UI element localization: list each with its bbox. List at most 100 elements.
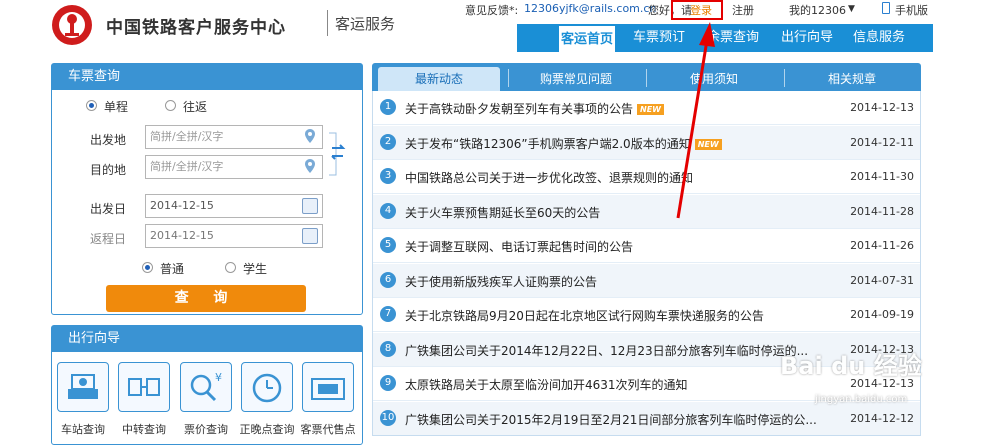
depart-date-input[interactable]: 2014-12-15 — [145, 194, 323, 218]
swap-stations-icon[interactable] — [328, 131, 346, 177]
news-row[interactable]: 6 关于使用新版残疾军人证购票的公告 2014-07-31 — [373, 263, 920, 298]
nav-info-service[interactable]: 信息服务 — [847, 24, 911, 52]
nav-travel-guide[interactable]: 出行向导 — [775, 24, 839, 52]
news-row[interactable]: 2 关于发布“铁路12306”手机购票客户端2.0版本的通知 NEW 2014-12-… — [373, 125, 920, 160]
chevron-down-icon[interactable]: ▼ — [848, 4, 855, 14]
nav-remaining-tickets[interactable]: 余票查询 — [701, 24, 765, 52]
news-title-text: 关于北京铁路局9月20日起在北京地区试行网购车票快递服务的公告 — [405, 309, 764, 323]
news-title-link[interactable]: 关于调整互联网、电话订票起售时间的公告 — [405, 238, 633, 255]
phone-icon — [882, 2, 890, 14]
return-label: 返程日 — [90, 232, 127, 246]
one-way-radio[interactable] — [86, 100, 97, 111]
login-highlight-box — [671, 0, 723, 20]
news-date: 2014-12-12 — [850, 411, 914, 425]
svg-text:¥: ¥ — [215, 371, 222, 384]
register-link[interactable]: 注册 — [732, 2, 754, 18]
news-title-link[interactable]: 广铁集团公司关于2014年12月22日、12月23日部分旅客列车临时停运的... — [405, 342, 808, 359]
query-button[interactable]: 查 询 — [106, 285, 306, 312]
fare-query-label[interactable]: 票价查询 — [171, 421, 241, 437]
news-row[interactable]: 7 关于北京铁路局9月20日起在北京地区试行网购车票快递服务的公告 2014-09-… — [373, 298, 920, 332]
news-title-link[interactable]: 关于高铁动卧夕发朝至列车有关事项的公告 NEW — [405, 100, 664, 117]
news-list: 1 关于高铁动卧夕发朝至列车有关事项的公告 NEW 2014-12-13 2 关于发布“铁… — [372, 91, 921, 436]
to-label: 目的地 — [90, 163, 127, 177]
news-title-text: 广铁集团公司关于2015年2月19日至2月21日间部分旅客列车临时停运的公... — [405, 412, 817, 427]
ticket-agency-icon[interactable] — [302, 362, 354, 412]
normal-ticket-radio[interactable] — [142, 262, 153, 273]
news-title-text: 广铁集团公司关于2014年12月22日、12月23日部分旅客列车临时停运的... — [405, 343, 809, 358]
news-date: 2014-11-26 — [850, 239, 914, 252]
travel-guide-title: 出行向导 — [52, 326, 362, 352]
tab-divider — [508, 69, 509, 87]
news-number-badge: 6 — [380, 271, 396, 288]
news-date: 2014-12-11 — [850, 135, 914, 149]
brand-name: 中国铁路客户服务中心 — [106, 18, 286, 38]
news-title-link[interactable]: 关于发布“铁路12306”手机购票客户端2.0版本的通知 NEW — [405, 135, 722, 152]
location-pin-icon[interactable] — [305, 129, 315, 143]
to-station-input[interactable]: 简拼/全拼/汉字 — [145, 155, 323, 179]
news-date: 2014-07-31 — [850, 273, 914, 287]
ticket-agency-label[interactable]: 客票代售点 — [293, 421, 363, 437]
nav-home[interactable]: 客运首页 — [557, 24, 617, 52]
news-row[interactable]: 3 中国铁路总公司关于进一步优化改签、退票规则的通知 2014-11-30 — [373, 160, 920, 194]
news-tabs: 最新动态 购票常见问题 使用须知 相关规章 — [372, 63, 921, 91]
news-date: 2014-09-19 — [850, 308, 914, 321]
calendar-icon[interactable] — [302, 228, 318, 244]
one-way-label: 单程 — [104, 100, 129, 114]
news-title-text: 关于发布“铁路12306”手机购票客户端2.0版本的通知 — [405, 136, 691, 151]
watermark-logo: Bai du 经验 — [780, 352, 922, 380]
news-row[interactable]: 4 关于火车票预售期延长至60天的公告 2014-11-28 — [373, 194, 920, 229]
news-number-badge: 2 — [380, 133, 396, 150]
student-ticket-radio[interactable] — [225, 262, 236, 273]
return-date-input[interactable]: 2014-12-15 — [145, 224, 323, 248]
railway-logo[interactable] — [52, 5, 92, 45]
from-station-input[interactable]: 简拼/全拼/汉字 — [145, 125, 323, 149]
watermark-url: jingyan.baidu.com — [815, 394, 908, 405]
depart-label: 出发日 — [90, 202, 127, 216]
student-ticket-label: 学生 — [243, 262, 268, 276]
punctuality-query-label[interactable]: 正晚点查询 — [232, 421, 302, 437]
transfer-query-icon[interactable] — [118, 362, 170, 412]
brand-subtitle: 客运服务 — [335, 15, 396, 33]
station-query-label[interactable]: 车站查询 — [48, 421, 118, 437]
news-number-badge: 10 — [380, 409, 396, 426]
news-title-link[interactable]: 关于使用新版残疾军人证购票的公告 — [405, 273, 597, 290]
nav-booking[interactable]: 车票预订 — [627, 24, 691, 52]
news-title-link[interactable]: 中国铁路总公司关于进一步优化改签、退票规则的通知 — [405, 169, 693, 186]
calendar-icon[interactable] — [302, 198, 318, 214]
tab-regulations[interactable]: 相关规章 — [788, 67, 916, 91]
normal-ticket-label: 普通 — [160, 262, 185, 276]
news-date: 2014-11-30 — [850, 170, 914, 183]
my12306-menu[interactable]: 我的12306 — [789, 2, 846, 18]
news-number-badge: 4 — [380, 202, 396, 219]
news-title-link[interactable]: 广铁集团公司关于2015年2月19日至2月21日间部分旅客列车临时停运的公... — [405, 411, 817, 428]
from-label: 出发地 — [90, 133, 127, 147]
new-badge: NEW — [694, 138, 722, 150]
news-date: 2014-11-28 — [850, 204, 914, 218]
news-title-link[interactable]: 关于北京铁路局9月20日起在北京地区试行网购车票快递服务的公告 — [405, 307, 764, 324]
round-trip-label: 往返 — [183, 100, 208, 114]
mobile-link[interactable]: 手机版 — [895, 2, 928, 18]
brand-divider — [327, 10, 328, 36]
fare-query-icon[interactable]: ¥ — [180, 362, 232, 412]
news-number-badge: 9 — [380, 375, 396, 391]
news-number-badge: 1 — [380, 99, 396, 115]
transfer-query-label[interactable]: 中转查询 — [109, 421, 179, 437]
news-row[interactable]: 10 广铁集团公司关于2015年2月19日至2月21日间部分旅客列车临时停运的公.… — [373, 401, 920, 435]
station-query-icon[interactable] — [57, 362, 109, 412]
feedback-email-link[interactable]: 12306yjfk@rails.com.cn — [524, 2, 656, 15]
news-number-badge: 5 — [380, 237, 396, 253]
round-trip-radio[interactable] — [165, 100, 176, 111]
location-pin-icon[interactable] — [305, 159, 315, 173]
news-title-link[interactable]: 太原铁路局关于太原至临汾间加开4631次列车的通知 — [405, 376, 688, 393]
news-number-badge: 3 — [380, 168, 396, 184]
tab-latest-news[interactable]: 最新动态 — [378, 67, 500, 91]
news-title-text: 关于火车票预售期延长至60天的公告 — [405, 205, 601, 220]
header: 中国铁路客户服务中心 客运服务 意见反馈*: 12306yjfk@rails.c… — [0, 0, 1000, 52]
news-title-link[interactable]: 关于火车票预售期延长至60天的公告 — [405, 204, 600, 221]
tab-usage-notes[interactable]: 使用须知 — [650, 67, 778, 91]
tab-faq[interactable]: 购票常见问题 — [512, 67, 640, 91]
news-row[interactable]: 5 关于调整互联网、电话订票起售时间的公告 2014-11-26 — [373, 229, 920, 263]
ticket-query-title: 车票查询 — [52, 64, 362, 90]
news-row[interactable]: 1 关于高铁动卧夕发朝至列车有关事项的公告 NEW 2014-12-13 — [373, 91, 920, 125]
punctuality-query-icon[interactable] — [241, 362, 293, 412]
